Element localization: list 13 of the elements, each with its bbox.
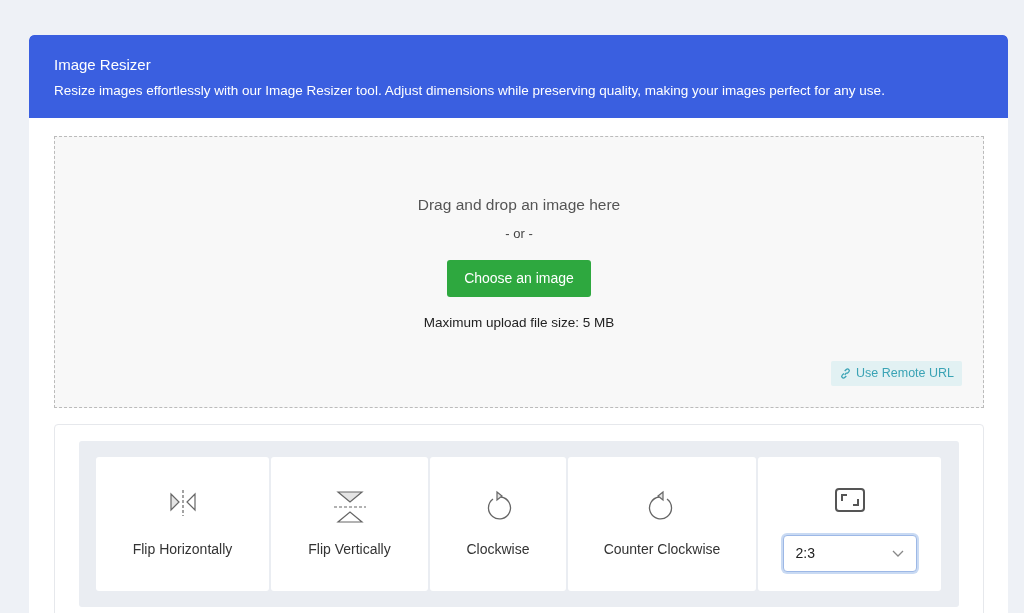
app-description: Resize images effortlessly with our Image Resizer tool. Adjust dimensions while preserving quality, making your images perfect for any use. (54, 81, 886, 100)
aspect-ratio-select[interactable]: 2:3 (782, 534, 917, 572)
tool-button[interactable]: Clockwise (430, 456, 566, 591)
tool-button[interactable]: Flip Horizontally (96, 456, 269, 591)
app-title: Image Resizer (54, 55, 152, 75)
tool-button[interactable]: Flip Vertically (271, 456, 428, 591)
link-icon (839, 366, 853, 380)
separator-text: - or - (505, 225, 533, 243)
flip-vertical-icon (332, 488, 367, 525)
upload-limit-text: Maximum upload file size: 5 MB (423, 313, 615, 332)
tool-button[interactable]: Counter Clockwise (568, 456, 756, 591)
drop-prompt: Drag and drop an image here (417, 194, 621, 215)
chevron-down-icon (891, 549, 904, 557)
